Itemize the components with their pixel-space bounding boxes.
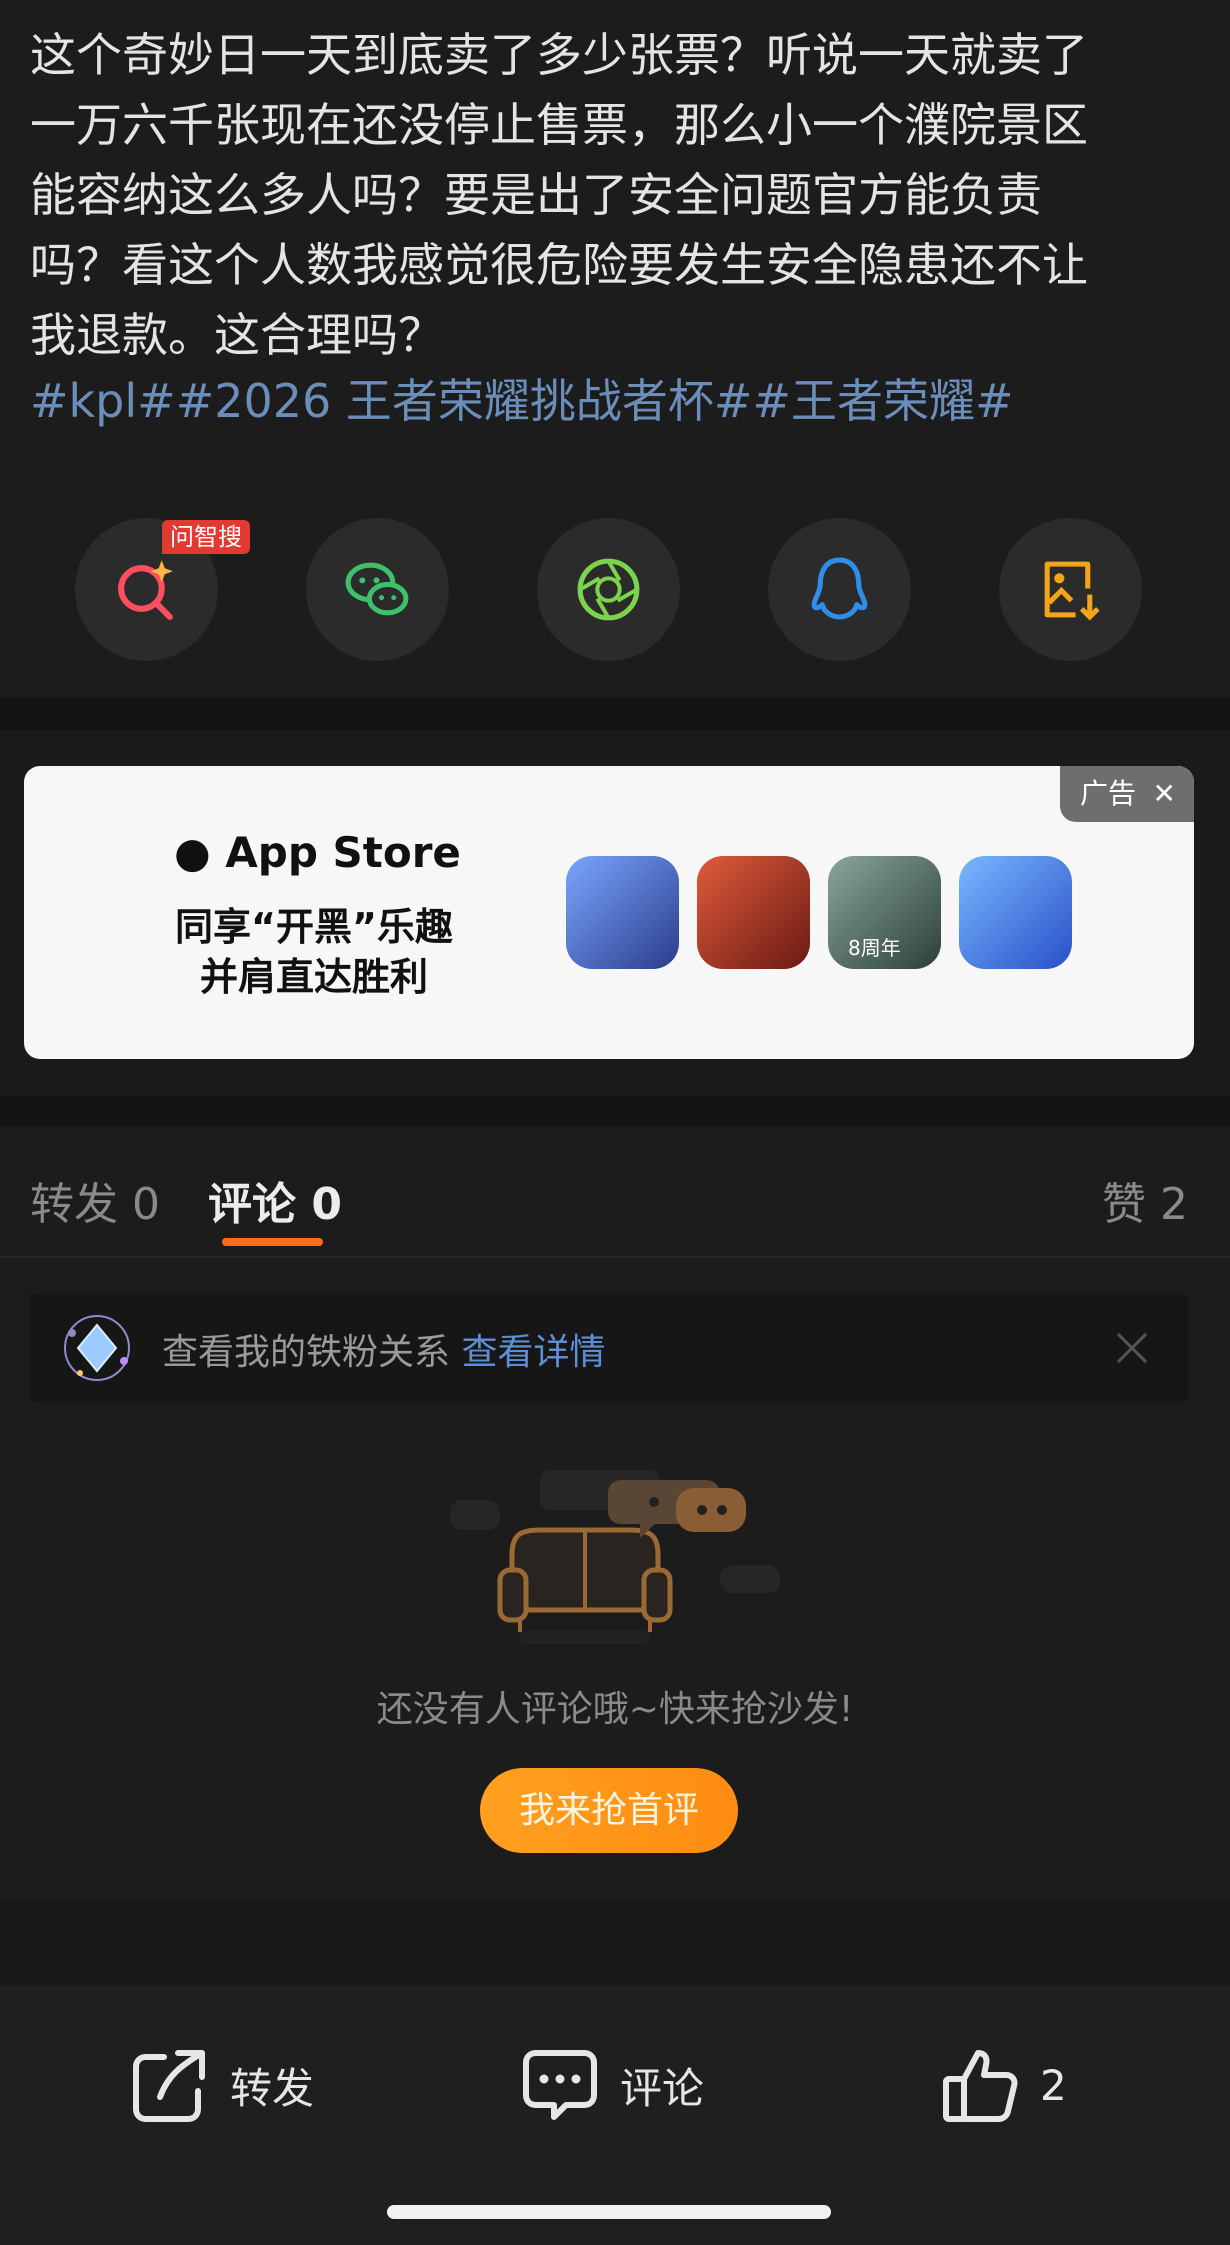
- repost-label: 转发: [230, 2063, 315, 2113]
- post-line: 能容纳这么多人吗？要是出了安全问题官方能负责: [30, 168, 1042, 222]
- empty-sofa-icon: [450, 1470, 780, 1644]
- post-line: 一万六千张现在还没停止售票，那么小一个濮院景区: [30, 98, 1088, 152]
- anniversary-badge: 8周年: [848, 936, 901, 960]
- ad-tag[interactable]: 广告 ✕: [1060, 766, 1194, 822]
- fan-relationship-bar[interactable]: 查看我的铁粉关系 查看详情: [30, 1293, 1188, 1403]
- moments-icon: [577, 558, 640, 621]
- comment-button[interactable]: 评论: [520, 2045, 704, 2125]
- wechat-share-button[interactable]: [306, 518, 449, 661]
- fan-label: 查看我的铁粉关系: [162, 1332, 451, 1373]
- close-icon[interactable]: ✕: [1153, 766, 1176, 822]
- tab-repost[interactable]: 转发 0: [30, 1168, 160, 1232]
- close-icon[interactable]: [1114, 1330, 1150, 1366]
- like-count: 2: [1040, 2060, 1067, 2110]
- comment-label: 评论: [620, 2063, 705, 2113]
- home-indicator[interactable]: [387, 2205, 831, 2219]
- ad-banner[interactable]: 广告 ✕ ● App Store 同享“开黑”乐趣 并肩直达胜利 8周年: [24, 766, 1194, 1059]
- app-icon-4: [959, 856, 1072, 969]
- hashtags[interactable]: #kpl##2026 王者荣耀挑战者杯##王者荣耀#: [30, 366, 1014, 436]
- post-line: 吗？看这个人数我感觉很危险要发生安全隐患还不让: [30, 238, 1088, 292]
- ad-headline: 同享“开黑”乐趣: [175, 905, 453, 949]
- qq-share-button[interactable]: [768, 518, 911, 661]
- wechat-icon: [345, 562, 409, 616]
- tab-like[interactable]: 赞 2: [1102, 1168, 1188, 1232]
- diamond-badge-icon: [64, 1315, 130, 1381]
- share-icon: [133, 2050, 205, 2122]
- qq-icon: [811, 557, 868, 620]
- empty-comment-message: 还没有人评论哦~快来抢沙发!: [376, 1689, 854, 1730]
- view-details-link[interactable]: 查看详情: [461, 1332, 605, 1373]
- brand-text: App Store: [225, 828, 461, 877]
- like-button[interactable]: 2: [940, 2045, 1067, 2125]
- first-comment-button[interactable]: 我来抢首评: [480, 1768, 738, 1853]
- tab-bar: 转发 0 评论 0 赞 2: [0, 1126, 1230, 1256]
- divider: [0, 698, 1230, 730]
- save-image-button[interactable]: [999, 518, 1142, 661]
- post-line: 我退款。这合理吗？: [30, 308, 444, 362]
- moments-share-button[interactable]: [537, 518, 680, 661]
- comment-icon: [523, 2050, 597, 2120]
- post-line: 这个奇妙日一天到底卖了多少张票？听说一天就卖了: [30, 28, 1088, 82]
- divider: [0, 1256, 1230, 1258]
- app-icon-2: [697, 856, 810, 969]
- app-store-logo: ● App Store: [174, 828, 461, 877]
- divider: [0, 1900, 1230, 1985]
- active-tab-indicator: [222, 1238, 323, 1246]
- save-image-icon: [1044, 561, 1100, 621]
- repost-button[interactable]: 转发: [130, 2045, 314, 2125]
- ask-search-badge: 问智搜: [162, 520, 250, 554]
- fan-text: 查看我的铁粉关系 查看详情: [162, 1323, 605, 1375]
- apple-icon: ●: [174, 828, 211, 877]
- post-text: 这个奇妙日一天到底卖了多少张票？听说一天就卖了 一万六千张现在还没停止售票，那么…: [30, 20, 1200, 370]
- ask-search-icon: [118, 560, 173, 620]
- divider: [0, 1096, 1230, 1126]
- tab-comment[interactable]: 评论 0: [208, 1168, 342, 1232]
- thumbs-up-icon: [943, 2050, 1018, 2122]
- ad-label: 广告: [1080, 777, 1137, 810]
- ad-subheadline: 并肩直达胜利: [199, 955, 428, 999]
- app-icon-1: [566, 856, 679, 969]
- app-icon-3: 8周年: [828, 856, 941, 969]
